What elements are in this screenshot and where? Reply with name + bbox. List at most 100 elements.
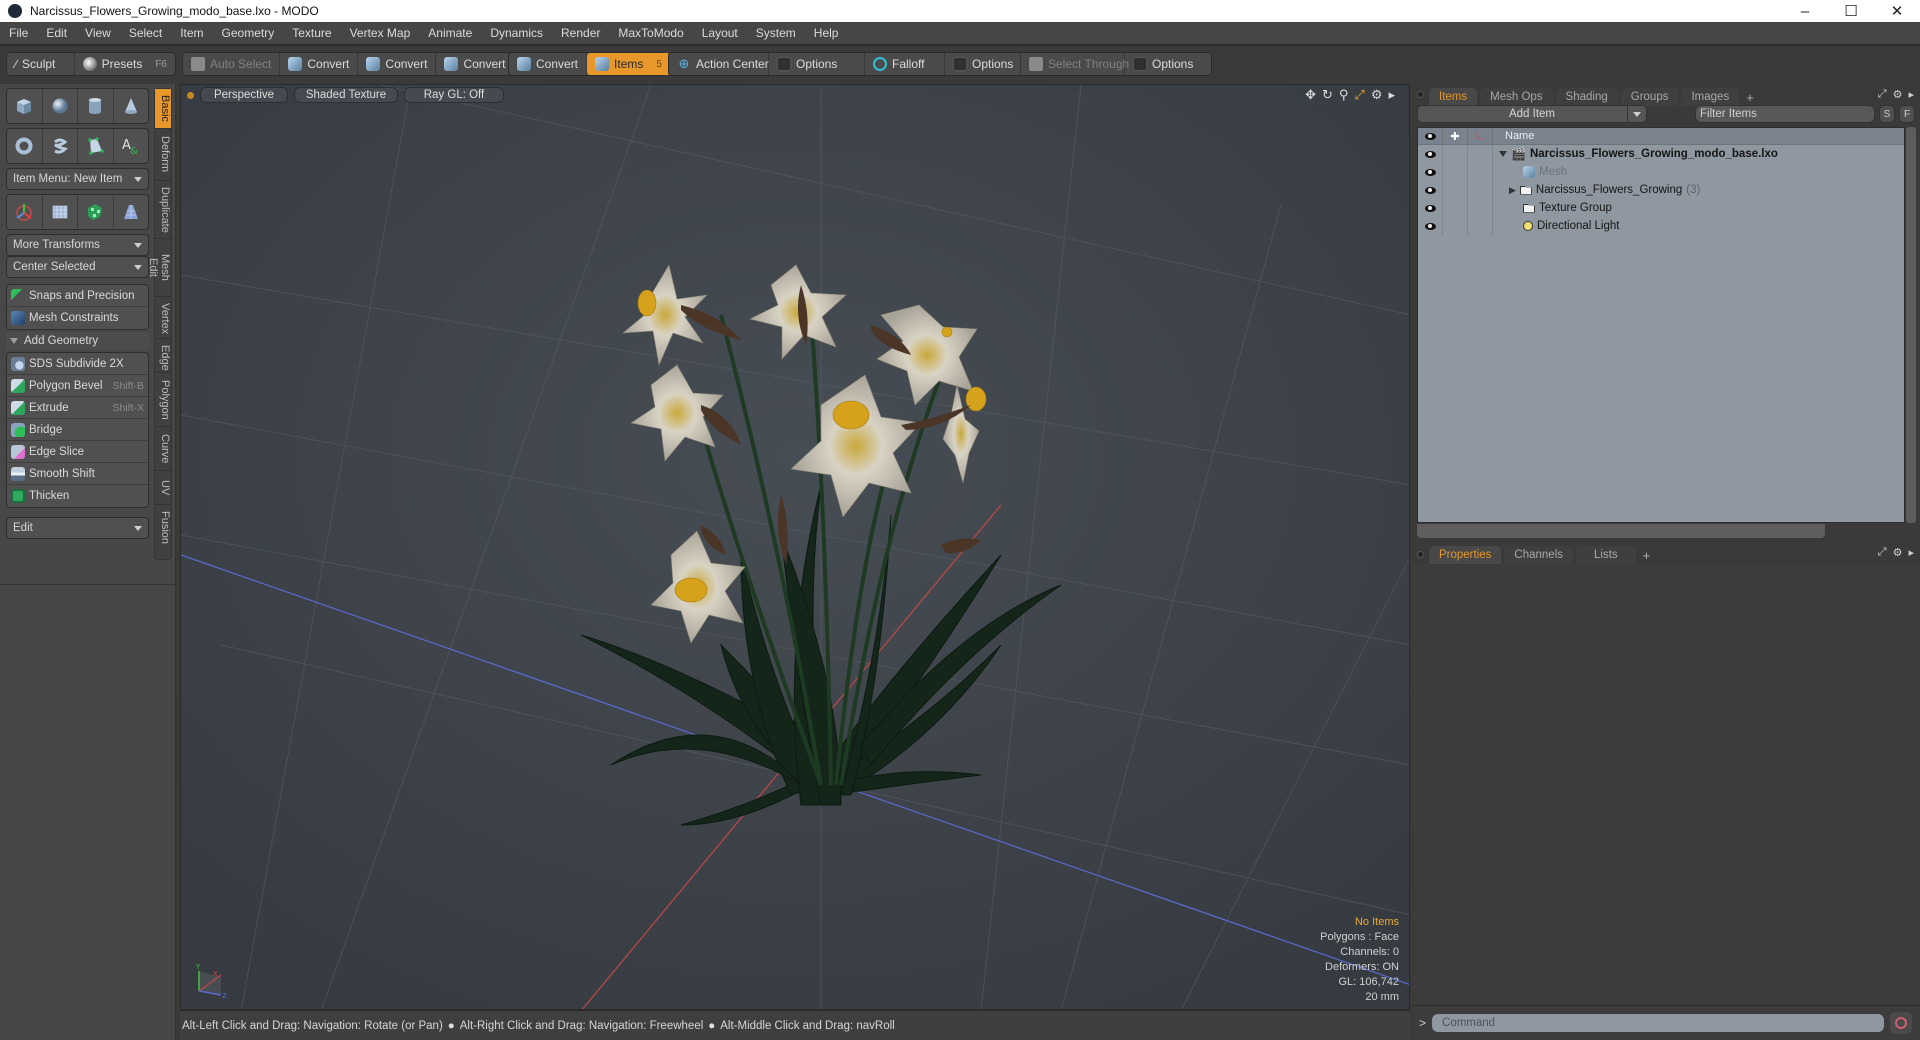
maximize-button[interactable]: ☐	[1828, 0, 1874, 22]
visibility-column-header[interactable]	[1418, 128, 1443, 144]
pan-icon[interactable]: ✥	[1305, 87, 1316, 103]
auto-select-button[interactable]: Auto Select	[183, 53, 281, 75]
visibility-toggle[interactable]	[1418, 163, 1443, 181]
menu-select[interactable]: Select	[120, 26, 171, 40]
panel-settings-icon[interactable]: ⚙	[1893, 88, 1903, 101]
action-center-button[interactable]: ⊕ Action Center	[669, 53, 769, 75]
action-options-button[interactable]: Options	[769, 53, 865, 75]
tab-properties[interactable]: Properties	[1429, 546, 1502, 564]
f-filter-button[interactable]: F	[1899, 105, 1915, 123]
vtab-polygon[interactable]: Polygon	[155, 373, 171, 427]
filter-items-input[interactable]: Filter Items	[1695, 105, 1875, 123]
text-button[interactable]: A &	[114, 129, 149, 163]
tab-images[interactable]: Images	[1681, 88, 1740, 106]
select-options-button[interactable]: Options	[1125, 53, 1211, 75]
tree-row-mesh[interactable]: Mesh	[1418, 163, 1904, 181]
capsule-button[interactable]	[43, 129, 78, 163]
panel-arrow-icon[interactable]: ▸	[1908, 88, 1914, 101]
falloff-button[interactable]: Falloff	[865, 53, 945, 75]
vtab-mesh-edit[interactable]: Mesh Edit	[147, 239, 171, 297]
expand-arrow-icon[interactable]: ▶	[1509, 185, 1516, 196]
expand-panel-icon[interactable]: ⤢	[1878, 546, 1887, 559]
menu-animate[interactable]: Animate	[419, 26, 481, 40]
convert-polygons-button[interactable]: Convert	[436, 53, 513, 75]
vtab-curve[interactable]: Curve	[155, 427, 171, 471]
close-button[interactable]: ✕	[1874, 0, 1920, 22]
vtab-vertex[interactable]: Vertex	[155, 297, 171, 339]
item-menu-dropdown[interactable]: Item Menu: New Item	[6, 168, 149, 190]
cube-button[interactable]	[7, 89, 43, 123]
sculpt-button[interactable]: ∕ Sculpt	[7, 53, 75, 75]
vtab-deform[interactable]: Deform	[155, 129, 171, 181]
maximize-viewport-icon[interactable]: ⤢	[1354, 87, 1364, 103]
snaps-precision-button[interactable]: Snaps and Precision	[7, 285, 148, 307]
tree-horizontal-scrollbar[interactable]	[1417, 524, 1825, 538]
shading-mode-button[interactable]: Shaded Texture	[294, 87, 398, 103]
tab-shading[interactable]: Shading	[1555, 88, 1618, 106]
expand-arrow-icon[interactable]	[1499, 151, 1507, 157]
add-tab-icon[interactable]: +	[1639, 546, 1655, 564]
ray-gl-button[interactable]: Ray GL: Off	[404, 87, 504, 103]
mesh-plane-button[interactable]	[43, 195, 78, 229]
center-selected-dropdown[interactable]: Center Selected	[6, 256, 149, 278]
checker-button[interactable]	[78, 195, 114, 229]
view-type-button[interactable]: Perspective	[200, 87, 288, 103]
visibility-toggle[interactable]	[1418, 181, 1443, 199]
name-column-header[interactable]: Name	[1493, 130, 1534, 142]
tab-items[interactable]: Items	[1429, 88, 1478, 106]
tool-edge-slice[interactable]: Edge Slice	[7, 441, 148, 463]
tree-row-group[interactable]: ▶ Narcissus_Flowers_Growing (3)	[1418, 181, 1904, 199]
tool-polygon-bevel[interactable]: Polygon Bevel Shift-B	[7, 375, 148, 397]
visibility-toggle[interactable]	[1418, 217, 1443, 235]
tool-extrude[interactable]: Extrude Shift-X	[7, 397, 148, 419]
menu-system[interactable]: System	[747, 26, 805, 40]
pen-polygon-button[interactable]	[78, 129, 114, 163]
menu-edit[interactable]: Edit	[37, 26, 76, 40]
tab-channels[interactable]: Channels	[1504, 546, 1574, 564]
menu-maxtomodo[interactable]: MaxToModo	[609, 26, 692, 40]
tree-row-light[interactable]: Directional Light	[1418, 217, 1904, 235]
tree-row-scene[interactable]: 🎬 Narcissus_Flowers_Growing_modo_base.lx…	[1418, 145, 1904, 163]
menu-dynamics[interactable]: Dynamics	[481, 26, 552, 40]
sphere-button[interactable]	[43, 89, 78, 123]
visibility-toggle[interactable]	[1418, 145, 1443, 163]
visibility-toggle[interactable]	[1418, 199, 1443, 217]
tab-groups[interactable]: Groups	[1620, 88, 1679, 106]
menu-render[interactable]: Render	[552, 26, 609, 40]
vtab-basic[interactable]: Basic	[155, 89, 171, 129]
convert-edges-button[interactable]: Convert	[358, 53, 437, 75]
menu-item[interactable]: Item	[171, 26, 212, 40]
menu-geometry[interactable]: Geometry	[213, 26, 284, 40]
cylinder-button[interactable]	[78, 89, 114, 123]
vtab-uv[interactable]: UV	[155, 471, 171, 505]
more-transforms-dropdown[interactable]: More Transforms	[6, 234, 149, 256]
falloff-options-button[interactable]: Options	[945, 53, 1021, 75]
presets-button[interactable]: Presets F6	[75, 53, 175, 75]
mesh-constraints-button[interactable]: Mesh Constraints	[7, 307, 148, 329]
vtab-fusion[interactable]: Fusion	[155, 505, 171, 549]
lock-column-header[interactable]: ✚	[1443, 128, 1468, 144]
grid-cone-button[interactable]	[114, 195, 149, 229]
menu-help[interactable]: Help	[805, 26, 848, 40]
axis-column-header[interactable]: ∟	[1468, 128, 1493, 144]
transform-button[interactable]	[7, 195, 43, 229]
viewport-settings-icon[interactable]: ⚙	[1371, 87, 1383, 103]
menu-vertex-map[interactable]: Vertex Map	[341, 26, 420, 40]
3d-viewport[interactable]: Perspective Shaded Texture Ray GL: Off ✥…	[180, 84, 1410, 1010]
edit-dropdown[interactable]: Edit	[6, 517, 149, 539]
tab-lists[interactable]: Lists	[1576, 546, 1636, 564]
viewport-expand-icon[interactable]: ▸	[1388, 87, 1395, 103]
tool-thicken[interactable]: Thicken	[7, 485, 148, 507]
vtab-edge[interactable]: Edge	[155, 339, 171, 373]
tool-sds-subdivide[interactable]: SDS Subdivide 2X	[7, 353, 148, 375]
torus-button[interactable]	[7, 129, 43, 163]
s-filter-button[interactable]: S	[1879, 105, 1895, 123]
menu-view[interactable]: View	[76, 26, 120, 40]
menu-texture[interactable]: Texture	[283, 26, 340, 40]
tree-row-texture-group[interactable]: Texture Group	[1418, 199, 1904, 217]
add-geometry-header[interactable]: Add Geometry	[6, 332, 149, 350]
items-mode-button[interactable]: Items 5	[587, 53, 670, 75]
add-item-button[interactable]: Add Item	[1417, 105, 1647, 123]
command-input[interactable]: Command	[1432, 1014, 1885, 1032]
record-macro-button[interactable]	[1890, 1012, 1913, 1034]
